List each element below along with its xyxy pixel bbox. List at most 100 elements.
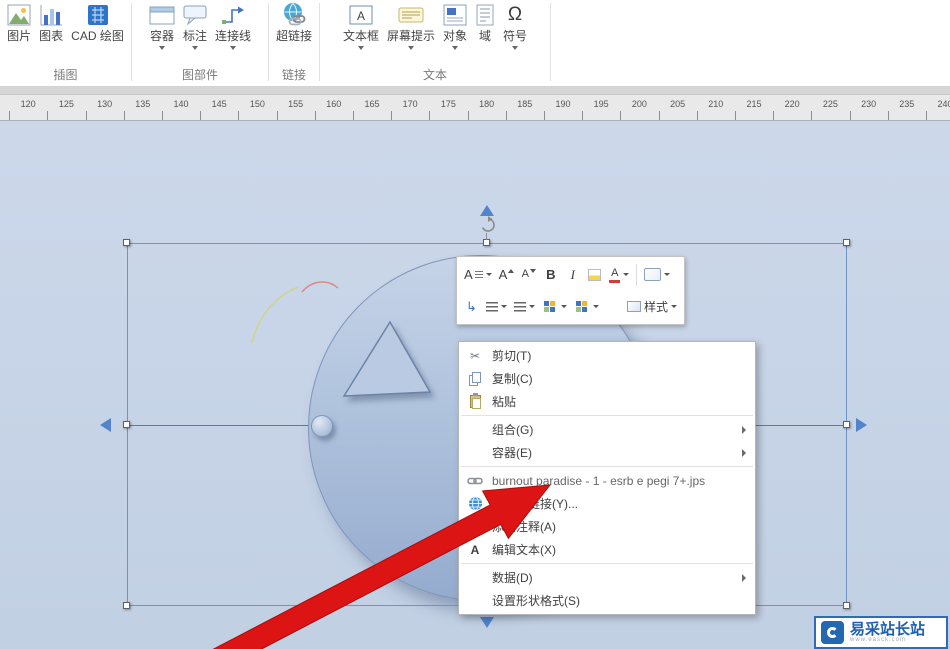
insert-picture-button[interactable]: 图片 (3, 0, 35, 64)
menu-separator (461, 563, 753, 564)
ruler-number: 230 (861, 99, 877, 109)
screen-tip-button[interactable]: 屏幕提示 (383, 0, 439, 64)
ruler-tick (505, 111, 507, 120)
context-menu-item-cut[interactable]: ✂ 剪切(T) (459, 344, 755, 367)
context-menu-item-data[interactable]: 数据(D) (459, 566, 755, 589)
insert-cad-drawing-button[interactable]: CAD 绘图 (67, 0, 128, 64)
line-button[interactable] (571, 294, 602, 319)
symbol-button[interactable]: Ω 符号 (499, 0, 531, 64)
easck-logo-icon (821, 621, 844, 644)
ruler-number: 235 (899, 99, 915, 109)
selection-handle-bottom-left[interactable] (123, 602, 130, 609)
ruler-tick (467, 111, 469, 120)
ruler-number: 140 (173, 99, 189, 109)
link-icon (467, 477, 483, 484)
context-menu-item-group[interactable]: 组合(G) (459, 418, 755, 441)
ruler-number: 240 (937, 99, 950, 109)
selection-handle-top-left[interactable] (123, 239, 130, 246)
align-button[interactable] (483, 294, 510, 319)
ruler-number: 120 (20, 99, 36, 109)
shape-style-icon (644, 268, 662, 281)
font-color-icon: A (609, 267, 621, 283)
ruler-tick (734, 111, 736, 120)
insert-chart-button[interactable]: 图表 (35, 0, 67, 64)
hyperlink-button[interactable]: 超链接 (272, 0, 316, 64)
context-menu-item-container[interactable]: 容器(E) (459, 441, 755, 464)
ruler-number: 215 (746, 99, 762, 109)
grow-font-icon (508, 268, 515, 273)
selection-handle-top-center[interactable] (483, 239, 490, 246)
context-menu-item-paste[interactable]: 粘贴 (459, 390, 755, 413)
ruler-number: 160 (326, 99, 342, 109)
fill-button[interactable] (539, 294, 570, 319)
screen-tip-icon (398, 0, 424, 26)
context-menu-item-edit-text[interactable]: A 编辑文本(X) (459, 538, 755, 561)
dropdown-arrow-icon (561, 305, 567, 308)
context-menu-item-add-comment[interactable]: 添加注释(A) (459, 515, 755, 538)
ruler-tick (582, 111, 584, 120)
menu-separator (461, 466, 753, 467)
callout-icon (183, 0, 207, 26)
font-style-button[interactable]: A (461, 262, 495, 287)
shape-quick-style-button[interactable] (641, 262, 674, 287)
autoconnect-arrow-right-icon[interactable] (856, 418, 867, 432)
button-label: 标注 (182, 29, 207, 43)
context-menu-item-hyperlink-file[interactable]: burnout paradise - 1 - esrb e pegi 7+.jp… (459, 469, 755, 492)
watermark-subtitle: www.easck.com (850, 636, 907, 643)
ruler-number: 220 (784, 99, 800, 109)
field-button[interactable]: 域 (471, 0, 499, 64)
context-menu-item-copy[interactable]: 复制(C) (459, 367, 755, 390)
connector-button[interactable]: 连接线 (211, 0, 255, 64)
text-box-button[interactable]: A 文本框 (339, 0, 383, 64)
drawing-canvas[interactable]: A A A B I A ↳ 样式 ✂ 剪切(T) 复制(C) 粘贴 组合(G) … (0, 121, 950, 649)
button-label: 超链接 (275, 29, 312, 43)
bullets-button[interactable] (511, 294, 538, 319)
context-menu-item-edit-hyperlink[interactable]: 编辑超链接(Y)... (459, 492, 755, 515)
submenu-arrow-icon (742, 573, 746, 582)
autoconnect-arrow-down-icon[interactable] (480, 617, 494, 628)
highlight-button[interactable] (584, 262, 606, 287)
italic-button[interactable]: I (562, 262, 584, 287)
selection-handle-mid-right[interactable] (843, 421, 850, 428)
ruler-tick (658, 111, 660, 120)
rotation-handle-stem (486, 233, 487, 240)
object-button[interactable]: 对象 (439, 0, 471, 64)
selection-handle-bottom-right[interactable] (843, 602, 850, 609)
dropdown-arrow-icon (158, 46, 165, 50)
grow-font-button[interactable]: A (495, 262, 518, 287)
button-label: 屏幕提示 (386, 29, 435, 43)
dropdown-arrow-icon (529, 305, 535, 308)
ruler-tick (276, 111, 278, 120)
ruler-tick (696, 111, 698, 120)
ribbon-group-text: A 文本框 屏幕提示 对象 域 Ω 符号 文本 (320, 0, 550, 86)
selection-handle-mid-left[interactable] (123, 421, 130, 428)
ribbon-separator (550, 3, 551, 81)
field-icon (475, 0, 495, 26)
dropdown-arrow-icon (671, 305, 677, 308)
ruler-number: 195 (593, 99, 609, 109)
ribbon-group-diagram-parts: 容器 标注 连接线 图部件 (132, 0, 268, 86)
autoconnect-arrow-left-icon[interactable] (100, 418, 111, 432)
container-button[interactable]: 容器 (145, 0, 179, 64)
selection-handle-top-right[interactable] (843, 239, 850, 246)
ribbon-lower-strip (0, 87, 950, 95)
rotation-handle-icon[interactable] (479, 216, 497, 234)
ruler-number: 145 (211, 99, 227, 109)
connector-tool-button[interactable]: ↳ (461, 294, 482, 319)
ruler-tick (849, 111, 851, 120)
toolbar-divider (636, 263, 638, 286)
context-menu-item-format-shape[interactable]: 设置形状格式(S) (459, 589, 755, 612)
shrink-font-button[interactable]: A (518, 262, 540, 287)
ribbon-group-links: 超链接 链接 (269, 0, 319, 86)
ruler-tick (123, 111, 125, 120)
bold-button[interactable]: B (540, 262, 562, 287)
callout-button[interactable]: 标注 (179, 0, 211, 64)
globe-icon (468, 496, 482, 511)
dropdown-arrow-icon (452, 46, 458, 50)
button-label: 容器 (149, 29, 174, 43)
style-button[interactable]: 样式 (623, 294, 680, 319)
ruler-number: 135 (135, 99, 151, 109)
watermark-badge: 易采站长站 www.easck.com (814, 616, 948, 649)
font-color-button[interactable]: A (606, 262, 633, 287)
autoconnect-arrow-up-icon[interactable] (480, 205, 494, 216)
